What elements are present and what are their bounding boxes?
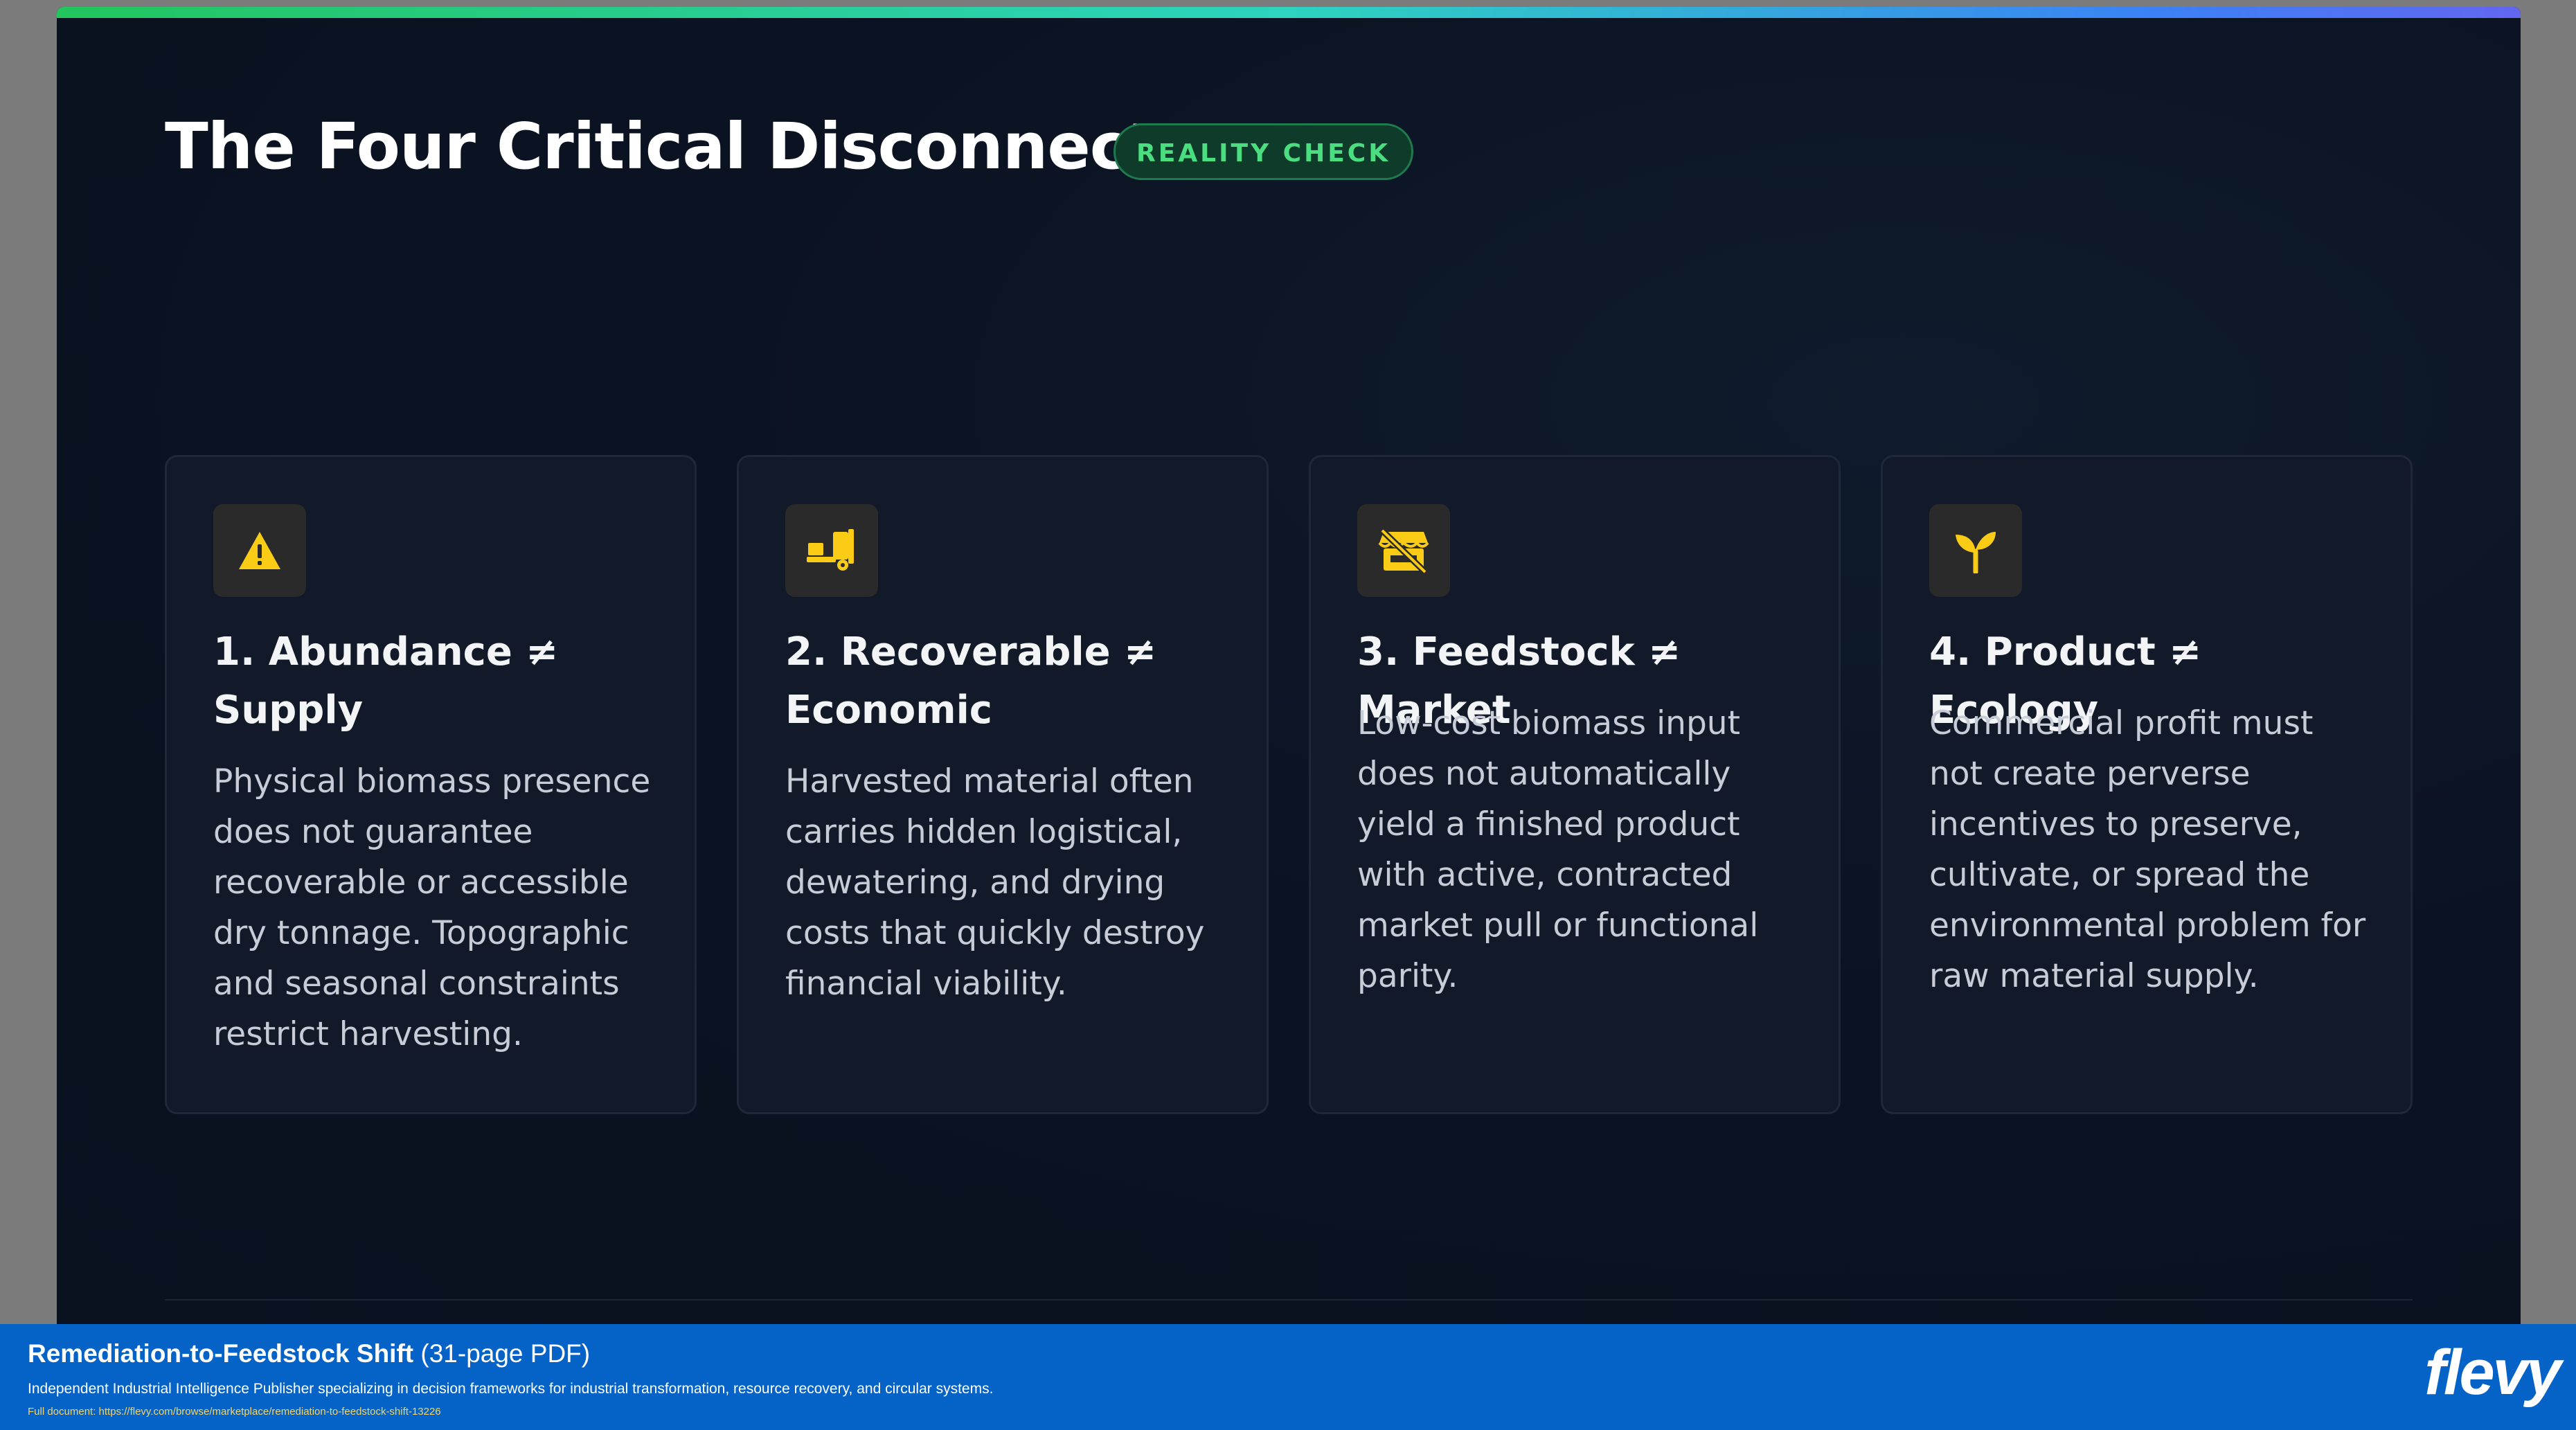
page-frame: The Four Critical Disconnects REALITY CH… (0, 0, 2576, 1430)
card-abundance-supply: 1. Abundance ≠ Supply Physical biomass p… (165, 455, 697, 1114)
forklift-icon (785, 504, 878, 597)
document-footer-banner[interactable]: Remediation-to-Feedstock Shift (31-page … (0, 1324, 2576, 1430)
card-title: 2. Recoverable ≠ Economic (785, 629, 1157, 733)
publisher-description: Independent Industrial Intelligence Publ… (28, 1381, 994, 1397)
disconnect-cards: 1. Abundance ≠ Supply Physical biomass p… (165, 455, 2413, 1114)
card-title: 1. Abundance ≠ Supply (213, 629, 559, 733)
accent-gradient-bar (57, 7, 2521, 18)
slide: The Four Critical Disconnects REALITY CH… (57, 7, 2521, 1326)
card-feedstock-market: 3. Feedstock ≠ Market Low-cost biomass i… (1309, 455, 1841, 1114)
flevy-logo[interactable]: flevy (2424, 1337, 2561, 1409)
full-document-link[interactable]: Full document: https://flevy.com/browse/… (28, 1406, 441, 1418)
slide-title: The Four Critical Disconnects (165, 109, 1195, 184)
document-page-count: (31-page PDF) (420, 1339, 591, 1368)
reality-check-badge: REALITY CHECK (1113, 123, 1414, 180)
bottom-divider (165, 1299, 2413, 1301)
card-body: Commercial profit must not create perver… (1929, 704, 2366, 995)
card-product-ecology: 4. Product ≠ Ecology Commercial profit m… (1881, 455, 2413, 1114)
card-body: Low-cost biomass input does not automati… (1357, 704, 1759, 995)
sprout-icon (1929, 504, 2022, 597)
document-title: Remediation-to-Feedstock Shift (28, 1339, 414, 1368)
card-body: Harvested material often carries hidden … (785, 762, 1205, 1003)
card-recoverable-economic: 2. Recoverable ≠ Economic Harvested mate… (737, 455, 1269, 1114)
warning-triangle-icon (213, 504, 306, 597)
footer-title: Remediation-to-Feedstock Shift (31-page … (28, 1339, 590, 1368)
store-off-icon (1357, 504, 1450, 597)
card-body: Physical biomass presence does not guara… (213, 762, 651, 1053)
